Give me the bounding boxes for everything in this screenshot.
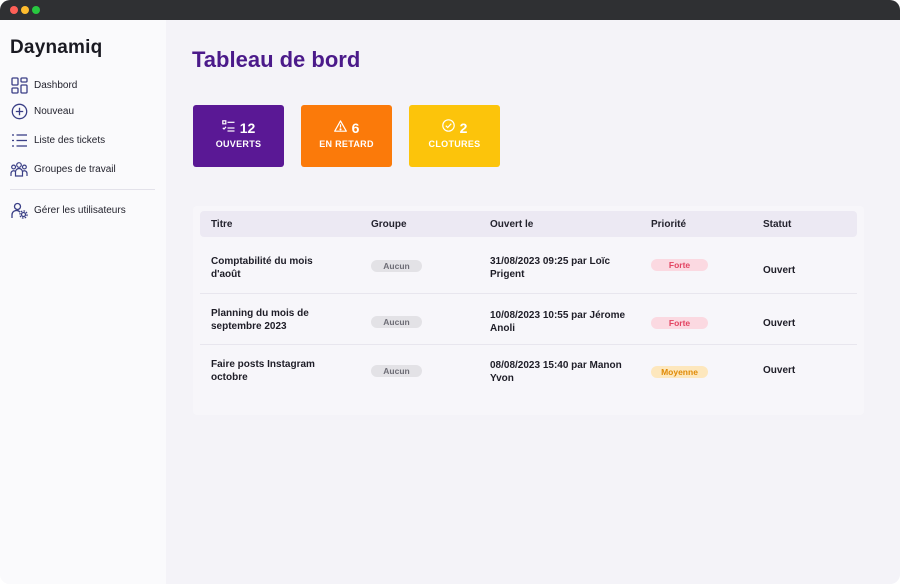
open-count: 12 (239, 120, 256, 136)
warning-icon (333, 119, 347, 137)
priority-badge: Moyenne (651, 366, 708, 378)
ticket-title: Planning du mois de septembre 2023 (211, 308, 309, 332)
sidebar-item-manage-users[interactable]: Gérer les utilisateurs (10, 200, 126, 220)
maximize-window-button[interactable] (32, 6, 40, 14)
minimize-window-button[interactable] (21, 6, 29, 14)
status-text: Ouvert (763, 265, 796, 276)
sidebar-item-work-groups[interactable]: Groupes de travail (10, 159, 116, 179)
sidebar-divider (10, 189, 155, 190)
plus-circle-icon (10, 102, 28, 120)
sidebar-item-dashboard[interactable]: Dashbord (10, 75, 77, 95)
page-title: Tableau de bord (192, 47, 361, 72)
tickets-table: Titre Groupe Ouvert le Priorité Statut C… (193, 206, 864, 415)
late-label: EN RETARD (319, 139, 374, 149)
priority-badge: Forte (651, 259, 708, 271)
column-header-status[interactable]: Statut (763, 219, 791, 230)
sidebar-item-new[interactable]: Nouveau (10, 101, 74, 121)
priority-badge: Forte (651, 317, 708, 329)
late-count: 6 (351, 120, 360, 136)
sidebar-item-label: Groupes de travail (34, 163, 116, 175)
open-label: OUVERTS (215, 139, 262, 149)
stat-card-open[interactable]: 12 OUVERTS (193, 105, 284, 167)
opened-info: 31/08/2023 09:25 par Loïc Prigent (490, 256, 611, 280)
stat-card-late[interactable]: 6 EN RETARD (301, 105, 392, 167)
opened-info: 10/08/2023 10:55 par Jérome Anoli (490, 310, 626, 334)
sidebar-item-label: Dashbord (34, 79, 78, 91)
column-header-opened[interactable]: Ouvert le (490, 219, 533, 230)
column-header-priority[interactable]: Priorité (651, 219, 686, 230)
table-row[interactable]: Faire posts Instagram octobre Aucun 08/0… (200, 345, 857, 397)
sidebar-item-ticket-list[interactable]: Liste des tickets (10, 130, 105, 150)
group-badge: Aucun (371, 316, 422, 328)
closed-count: 2 (459, 120, 468, 136)
opened-info: 08/08/2023 15:40 par Manon Yvon (490, 360, 622, 384)
group-icon (10, 160, 28, 178)
column-header-title[interactable]: Titre (211, 219, 233, 230)
stat-card-closed[interactable]: 2 CLOTURES (409, 105, 500, 167)
dashboard-icon (10, 76, 28, 94)
checklist-icon (221, 119, 235, 137)
table-row[interactable]: Planning du mois de septembre 2023 Aucun… (200, 294, 857, 345)
sidebar-item-label: Nouveau (34, 105, 75, 117)
ticket-title: Comptabilité du mois d'août (211, 256, 313, 280)
window-titlebar (0, 0, 900, 20)
list-icon (10, 131, 28, 149)
ticket-title: Faire posts Instagram octobre (211, 359, 315, 383)
app-window: Daynamiq Dashbord Nouveau Liste des tick… (0, 0, 900, 584)
sidebar-item-label: Liste des tickets (34, 134, 106, 146)
sidebar: Daynamiq Dashbord Nouveau Liste des tick… (0, 20, 166, 584)
column-header-group[interactable]: Groupe (371, 219, 407, 230)
main-content: Tableau de bord 12 OUVERTS 6 EN RETARD 2… (166, 20, 900, 584)
status-text: Ouvert (763, 318, 796, 329)
table-header: Titre Groupe Ouvert le Priorité Statut (200, 211, 857, 237)
app-logo[interactable]: Daynamiq (10, 37, 102, 59)
close-window-button[interactable] (10, 6, 18, 14)
status-text: Ouvert (763, 365, 796, 376)
group-badge: Aucun (371, 260, 422, 272)
check-circle-icon (441, 119, 455, 137)
closed-label: CLOTURES (428, 139, 481, 149)
sidebar-item-label: Gérer les utilisateurs (34, 204, 126, 216)
group-badge: Aucun (371, 365, 422, 377)
user-settings-icon (10, 201, 28, 219)
table-row[interactable]: Comptabilité du mois d'août Aucun 31/08/… (200, 237, 857, 294)
